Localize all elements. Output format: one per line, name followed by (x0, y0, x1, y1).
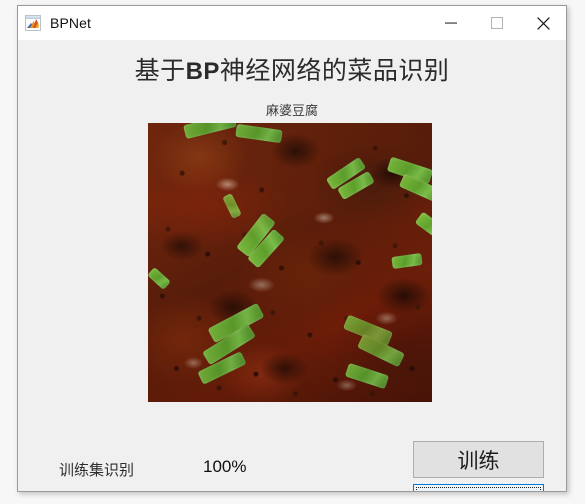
close-icon (536, 16, 550, 30)
train-accuracy-value: 100% (203, 457, 247, 476)
window-title: BPNet (50, 15, 91, 31)
page-title-latin: BP (185, 58, 220, 85)
minimize-icon (445, 22, 457, 24)
test-accuracy-label: 训练集识别 (59, 490, 134, 491)
test-accuracy-value: 88.8889% (180, 488, 257, 491)
train-button-label: 训练 (457, 448, 500, 473)
image-caption: 麻婆豆腐 (265, 103, 318, 118)
maximize-button[interactable] (474, 7, 520, 40)
test-button[interactable]: 测试 (413, 484, 544, 491)
train-button[interactable]: 训练 (413, 441, 544, 478)
train-accuracy-label: 训练集识别 (59, 463, 135, 479)
matlab-figure-icon (25, 15, 41, 31)
mapo-tofu-photo (148, 123, 432, 402)
test-button-label: 测试 (458, 488, 500, 492)
image-layer-oil-gloss (148, 123, 432, 402)
application-window: BPNet 基于BP神经网络的菜品识别 麻婆豆腐 训练集识别 100% 训练 (17, 5, 567, 492)
close-button[interactable] (520, 7, 566, 40)
matlab-membrane-glyph (27, 19, 39, 28)
page-title-suffix: 神经网络的菜品识别 (219, 58, 450, 85)
minimize-button[interactable] (428, 7, 474, 40)
title-bar: BPNet (18, 6, 566, 40)
page-title-prefix: 基于 (134, 58, 186, 85)
page-title: 基于BP神经网络的菜品识别 (18, 51, 566, 87)
maximize-icon (491, 17, 503, 29)
window-controls (428, 6, 566, 40)
figure-client-area: 基于BP神经网络的菜品识别 麻婆豆腐 训练集识别 100% 训练 (18, 40, 566, 491)
